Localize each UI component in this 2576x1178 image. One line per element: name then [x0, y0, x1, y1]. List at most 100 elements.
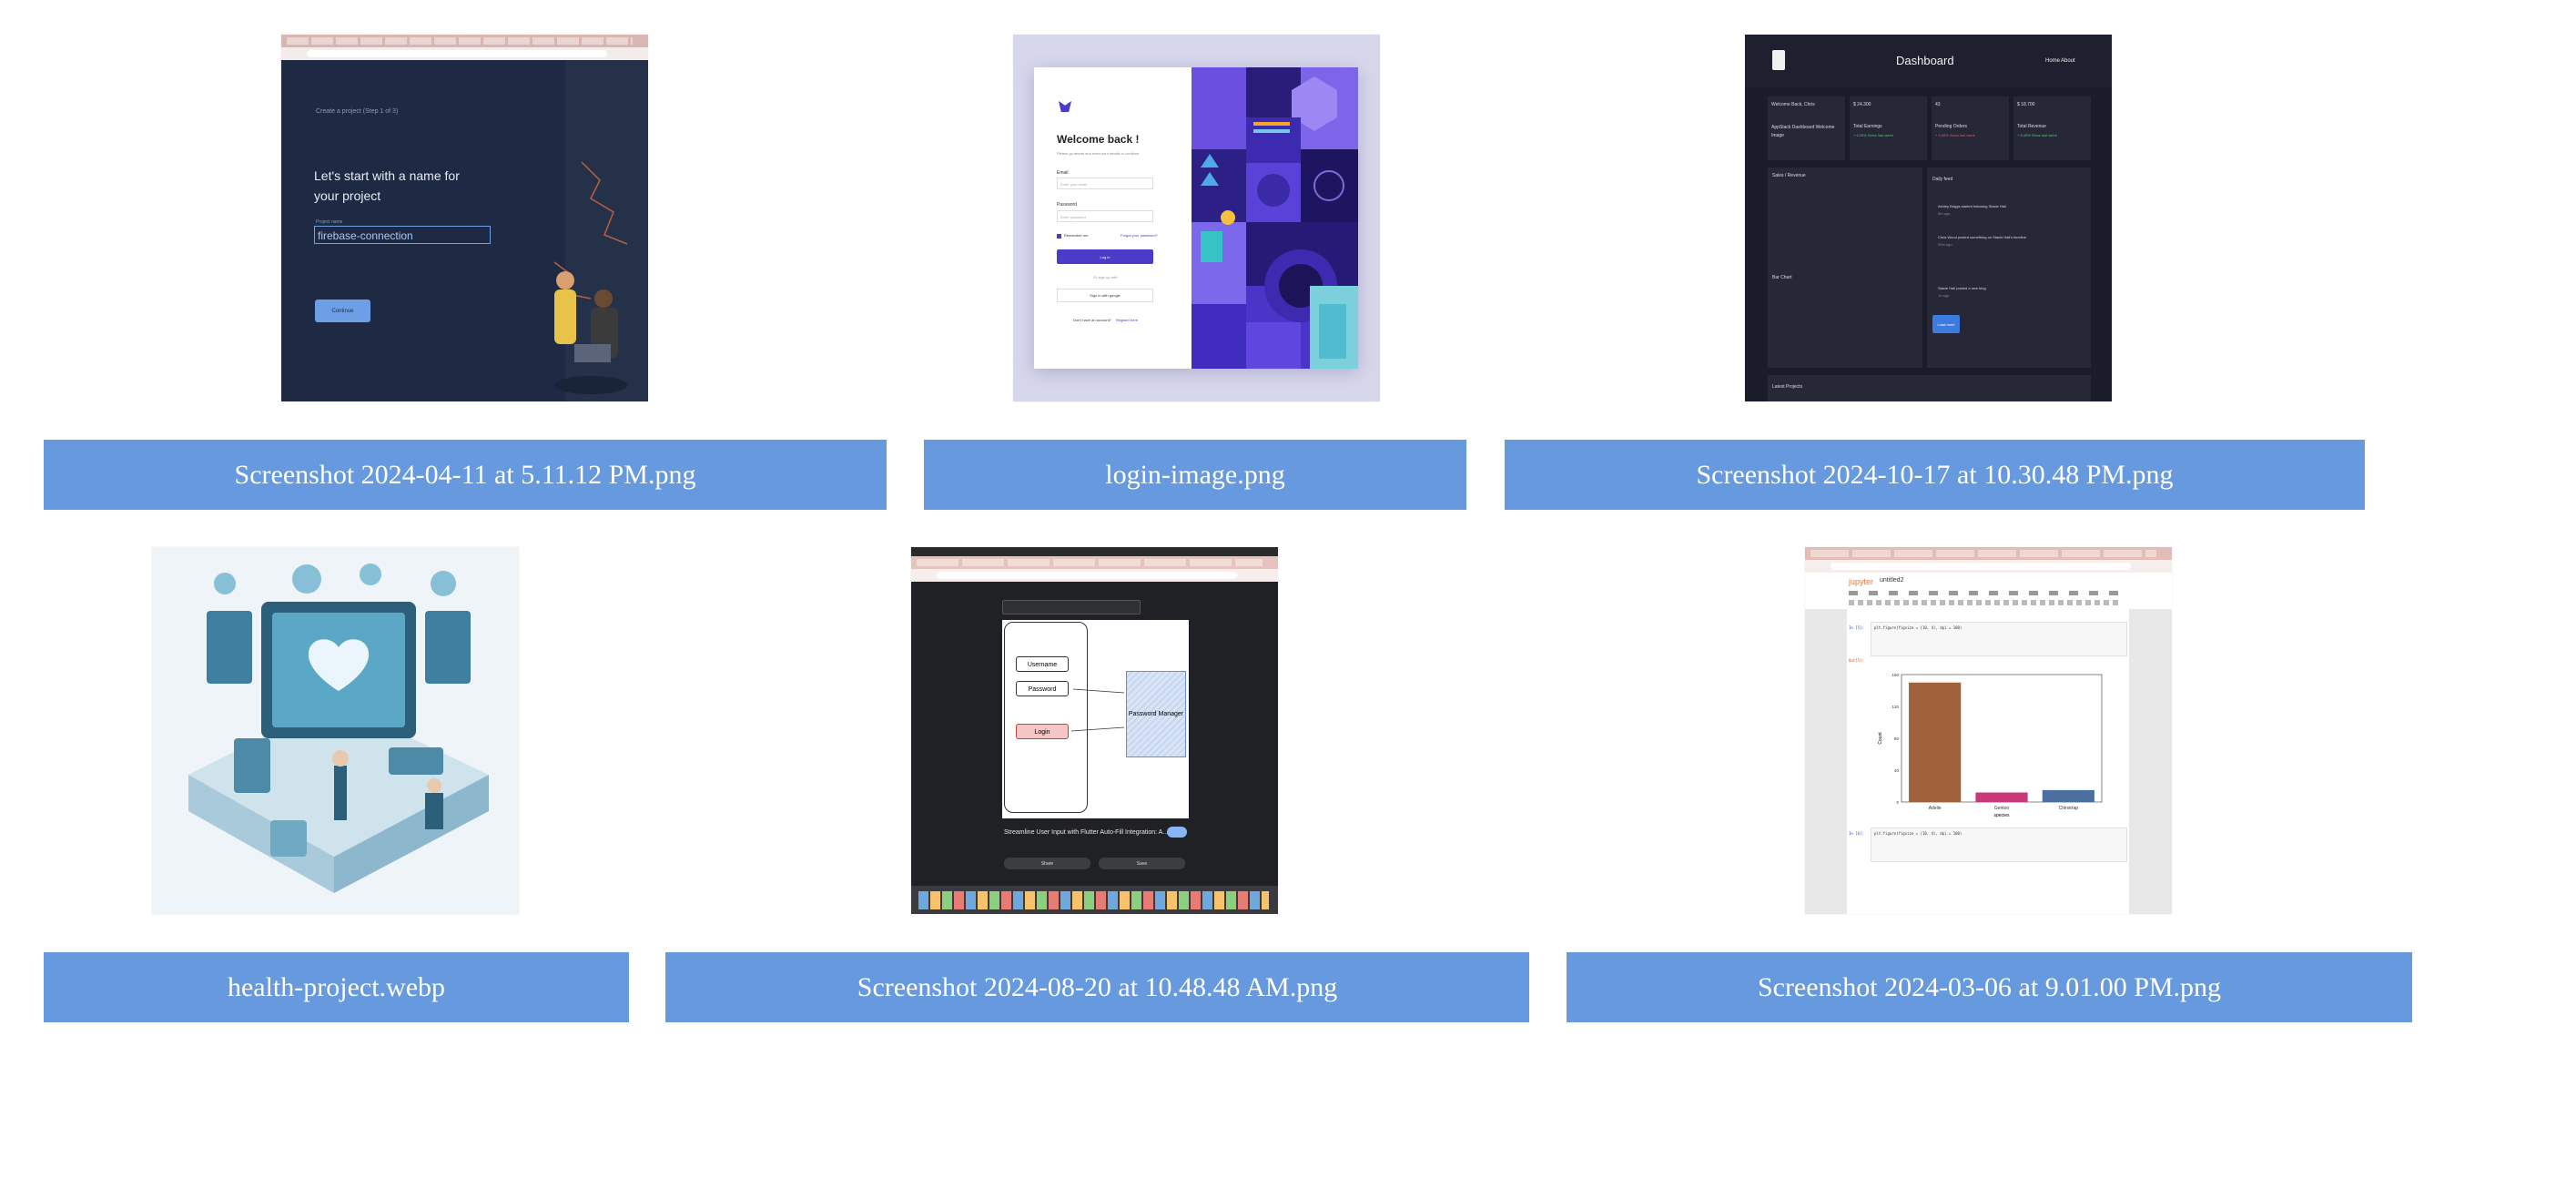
remember-checkbox[interactable] — [1057, 234, 1061, 239]
welcome-title: Welcome back ! — [1057, 133, 1140, 146]
feed-item-1: Chris Wood posted something on Stacie Ha… — [1938, 235, 2026, 239]
stat-card-0-sub: AppStack Dashboard Welcome Image — [1771, 125, 1835, 138]
remember-label: Remember me — [1064, 233, 1089, 238]
latest-projects-panel: Latest Projects — [1768, 375, 2091, 401]
dock — [911, 886, 1278, 914]
filename-label-2[interactable]: Screenshot 2024-10-17 at 10.30.48 PM.png — [1505, 440, 2365, 510]
welcome-subtitle: Please go ahead and enter your details t… — [1057, 151, 1140, 156]
load-more-button[interactable]: Load more — [1932, 315, 1960, 333]
forgot-link[interactable]: Forgot your password? — [1121, 233, 1158, 238]
latest-projects-title: Latest Projects — [1772, 384, 1803, 390]
email-label: Email — [1057, 170, 1069, 176]
notebook-page: In [5]: plt.figure(figsize = (10, 4), dp… — [1847, 609, 2129, 914]
feed-item-0-time: 5m ago — [1938, 211, 1951, 216]
email-input[interactable]: Enter your email — [1057, 178, 1153, 189]
thumbnail-jupyter-screenshot[interactable]: jupyter untitled2 In [5]: plt.figure(fig… — [1805, 547, 2172, 914]
x-tick-label: Gentoo — [1994, 806, 2010, 811]
stat-card-1-label: Total Earnings — [1853, 124, 1882, 129]
daily-feed-panel: Daily feed Ashley Briggs started followi… — [1927, 168, 2091, 368]
filename-label-3[interactable]: health-project.webp — [44, 952, 629, 1022]
stat-card-3: $ 18.700 Total Revenue + 8.35% Since las… — [2013, 96, 2091, 160]
filename-label-4[interactable]: Screenshot 2024-08-20 at 10.48.48 AM.png — [665, 952, 1529, 1022]
code-cell-2[interactable]: plt.figure(figsize = (10, 4), dpi = 100) — [1871, 828, 2127, 862]
bar-gentoo — [1975, 792, 2028, 802]
thumbnail-health-project[interactable] — [152, 547, 519, 914]
google-button-label: Sign in with google — [1090, 293, 1121, 298]
y-tick-label: 120 — [1891, 705, 1899, 709]
stat-card-2-value: 43 — [1935, 102, 1941, 107]
y-tick-label: 80 — [1894, 736, 1900, 741]
cell-in-label-2: In [6]: — [1849, 831, 1864, 836]
code-cell-1[interactable]: plt.figure(figsize = (10, 4), dpi = 100) — [1871, 622, 2127, 656]
stat-card-3-label: Total Revenue — [2017, 124, 2046, 129]
article-title: Streamline User Input with Flutter Auto-… — [1004, 829, 1169, 836]
save-label: Save — [1136, 860, 1148, 867]
thumbnail-login-image[interactable]: Welcome back ! Please go ahead and enter… — [1013, 35, 1380, 401]
bar-chinstrap — [2042, 789, 2094, 802]
filename-label-1[interactable]: login-image.png — [924, 440, 1466, 510]
y-axis-label: Count — [1878, 732, 1883, 745]
share-button[interactable]: Share — [1004, 858, 1090, 869]
stat-card-2-delta: + 4.65% Since last week — [1935, 133, 1975, 137]
feed-item-2-time: 1h ago — [1938, 293, 1950, 298]
stat-card-0: Welcome Back, Chris AppStack Dashboard W… — [1768, 96, 1845, 160]
browser-urlbar — [281, 47, 648, 60]
y-tick-label: 0 — [1896, 800, 1899, 805]
step-text: Create a project (Step 1 of 3) — [316, 108, 399, 115]
jupyter-logo: jupyter — [1849, 577, 1874, 586]
dashboard-title: Dashboard — [1896, 54, 1954, 67]
x-tick-label: Chinstrap — [2059, 806, 2079, 811]
viewer-toolbar — [1002, 600, 1141, 614]
diagram-arrows — [1070, 688, 1125, 732]
save-button[interactable]: Save — [1099, 858, 1185, 869]
notebook-name[interactable]: untitled2 — [1880, 577, 1903, 584]
continue-button[interactable]: Continue — [315, 300, 370, 322]
menu-icon[interactable] — [1772, 50, 1785, 70]
bar-chart-placeholder: Bar Chart — [1772, 275, 1792, 280]
register-link[interactable]: Register here — [1116, 318, 1138, 322]
load-more-label: Load more — [1937, 321, 1955, 327]
browser-urlbar — [911, 569, 1278, 582]
password-label: Password — [1057, 202, 1077, 208]
illustration-people — [553, 161, 628, 394]
feed-item-1-time: 30m ago — [1938, 242, 1952, 247]
browser-tabbar — [281, 35, 648, 47]
stat-card-3-delta: + 8.35% Since last week — [2017, 133, 2057, 137]
y-tick-label: 160 — [1891, 673, 1899, 677]
feed-item-2: Stacie Hall posted a new blog — [1938, 286, 1986, 290]
filename-label-5[interactable]: Screenshot 2024-03-06 at 9.01.00 PM.png — [1567, 952, 2412, 1022]
file-gallery: Create a project (Step 1 of 3) Let's sta… — [0, 0, 2576, 1178]
login-pattern-art — [1192, 67, 1358, 369]
project-name-input[interactable]: firebase-connection — [314, 226, 491, 244]
daily-feed-title: Daily feed — [1932, 177, 1953, 182]
login-button[interactable]: Log in — [1057, 249, 1153, 264]
bar-adelie — [1909, 682, 1962, 802]
x-tick-label: Adelie — [1929, 806, 1942, 811]
continue-label: Continue — [331, 308, 354, 314]
google-button[interactable]: Sign in with google — [1057, 289, 1153, 302]
stat-card-2: 43 Pending Orders + 4.65% Since last wee… — [1932, 96, 2009, 160]
browser-tabbar — [1805, 547, 2172, 560]
browser-tabbar — [911, 556, 1278, 569]
stat-card-2-label: Pending Orders — [1935, 124, 1968, 129]
or-text: Or sign up with — [1093, 275, 1118, 279]
browser-urlbar — [1805, 560, 2172, 573]
info-pill[interactable] — [1167, 827, 1187, 838]
thumbnail-firebase-screenshot[interactable]: Create a project (Step 1 of 3) Let's sta… — [281, 35, 648, 401]
filename-label-0[interactable]: Screenshot 2024-04-11 at 5.11.12 PM.png — [44, 440, 887, 510]
login-button-label: Log in — [1100, 254, 1111, 259]
sales-panel: Sales / Revenue Bar Chart — [1768, 168, 1922, 368]
jupyter-header: jupyter untitled2 — [1805, 573, 2172, 609]
thumbnail-dashboard-screenshot[interactable]: Dashboard Home About Welcome Back, Chris… — [1745, 35, 2112, 401]
thumbnail-flutter-autofill-screenshot[interactable]: Username Password Login Password Manager… — [911, 547, 1278, 914]
field-label: Project name — [316, 219, 343, 225]
stat-card-3-value: $ 18.700 — [2017, 102, 2035, 107]
heading-line2: your project — [314, 188, 381, 203]
nav-about[interactable]: About — [2061, 58, 2075, 64]
heading-line1: Let's start with a name for — [314, 168, 460, 183]
diagram-canvas: Username Password Login Password Manager — [1002, 620, 1189, 818]
password-input[interactable]: Enter password — [1057, 210, 1153, 222]
feed-item-0: Ashley Briggs started following Stacie H… — [1938, 204, 2006, 208]
nav-home[interactable]: Home — [2045, 58, 2060, 64]
cell-out-label-1: Out[5]: — [1849, 658, 1864, 663]
